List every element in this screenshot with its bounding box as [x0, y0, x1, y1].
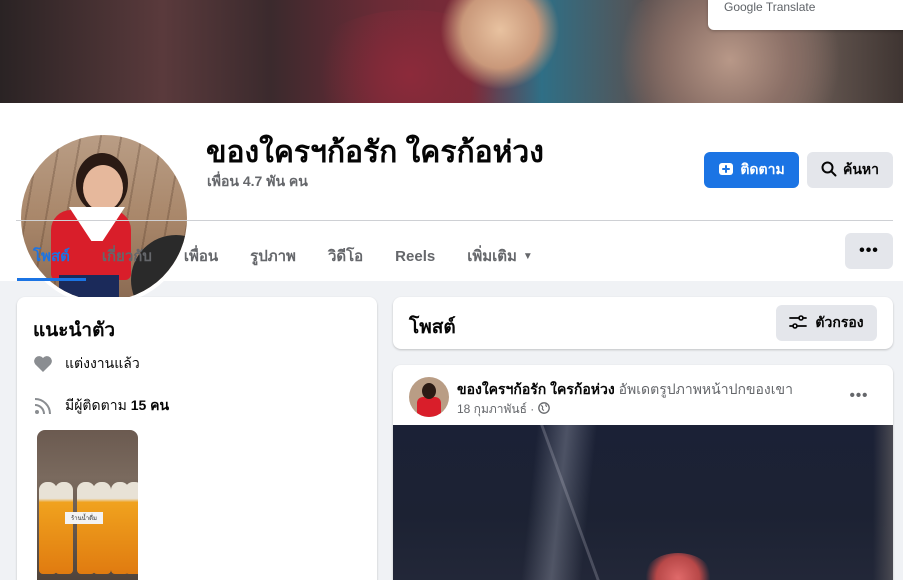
filter-button[interactable]: ตัวกรอง [776, 305, 877, 341]
followers-row: มีผู้ติดตาม 15 คน [33, 395, 169, 417]
image-shape [518, 425, 598, 580]
post-author-avatar[interactable] [409, 377, 449, 417]
relationship-text: แต่งงานแล้ว [65, 355, 140, 371]
tab-label: รูปภาพ [250, 248, 296, 265]
follow-icon [718, 161, 734, 180]
post-date[interactable]: 18 กุมภาพันธ์ · [457, 400, 534, 419]
profile-header: ของใครฯก้อรัก ใครก้อห่วง เพื่อน 4.7 พัน … [0, 103, 903, 305]
intro-title: แนะนำตัว [33, 320, 116, 341]
featured-photo[interactable]: ร้านน้ำดื่ม [37, 430, 138, 580]
search-button[interactable]: ค้นหา [807, 152, 893, 188]
tab-label: Reels [395, 247, 436, 265]
bottle-label: ร้านน้ำดื่ม [65, 512, 103, 524]
more-options-button[interactable]: ••• [845, 233, 893, 269]
tab-label: เพื่อน [183, 248, 219, 265]
followers-text: มีผู้ติดตาม 15 คน [65, 395, 169, 417]
tab-more[interactable]: เพิ่มเติม ▼ [451, 231, 549, 281]
rss-icon [33, 396, 53, 416]
image-shape [643, 553, 713, 580]
google-translate-widget[interactable]: Google Translate [708, 0, 903, 30]
tab-photos[interactable]: รูปภาพ [234, 231, 312, 281]
follow-button[interactable]: ติดตาม [704, 152, 799, 188]
bottle-shape [125, 482, 138, 574]
post-author-name[interactable]: ของใครฯก้อรัก ใครก้อห่วง [457, 381, 615, 397]
posts-title: โพสต์ [409, 317, 456, 338]
translate-product: Translate [765, 0, 816, 14]
bottle-shape [55, 482, 73, 574]
tab-label: โพสต์ [33, 248, 70, 265]
tab-label: เพิ่มเติม [467, 248, 517, 265]
tab-about[interactable]: เกี่ยวกับ [86, 231, 168, 281]
filter-label: ตัวกรอง [815, 314, 864, 330]
tab-friends[interactable]: เพื่อน [168, 231, 234, 281]
filter-icon [789, 314, 808, 332]
avatar-shirt [417, 397, 441, 417]
friends-count[interactable]: เพื่อน 4.7 พัน คน [207, 171, 308, 193]
relationship-row: แต่งงานแล้ว [33, 353, 140, 375]
post-card: ของใครฯก้อรัก ใครก้อห่วง อัพเดตรูปภาพหน้… [393, 365, 893, 580]
post-action-text: อัพเดตรูปภาพหน้าปกของเขา [614, 381, 793, 397]
tab-videos[interactable]: วิดีโอ [312, 231, 379, 281]
avatar-face [83, 165, 123, 211]
more-icon: ••• [859, 242, 879, 259]
intro-card: แนะนำตัว แต่งงานแล้ว มีผู้ติดตาม 15 คน ร… [17, 297, 377, 580]
facebook-profile-page: Google Translate ของใครฯก้อรัก ใครก้อห่ว… [0, 0, 903, 580]
heart-icon [33, 354, 53, 374]
search-icon [821, 161, 837, 180]
globe-icon [538, 402, 551, 417]
follow-label: ติดตาม [740, 161, 785, 177]
translate-label: Google Translate [724, 0, 815, 14]
caret-down-icon: ▼ [522, 250, 533, 262]
search-label: ค้นหา [842, 161, 880, 177]
tab-label: เกี่ยวกับ [101, 248, 152, 265]
profile-tabs: โพสต์ เกี่ยวกับ เพื่อน รูปภาพ วิดีโอ Ree… [17, 231, 549, 281]
bottle-shape [93, 482, 111, 574]
post-header-line: ของใครฯก้อรัก ใครก้อห่วง อัพเดตรูปภาพหน้… [457, 379, 793, 401]
post-image[interactable] [393, 425, 893, 580]
profile-name: ของใครฯก้อรัก ใครก้อห่วง [206, 136, 544, 169]
tab-posts[interactable]: โพสต์ [17, 231, 86, 281]
followers-count[interactable]: 15 คน [131, 397, 169, 413]
followers-prefix: มีผู้ติดตาม [65, 397, 131, 413]
tab-reels[interactable]: Reels [379, 231, 451, 281]
header-divider [16, 220, 893, 221]
post-options-button[interactable]: ••• [843, 381, 875, 409]
more-icon: ••• [849, 386, 869, 404]
avatar-hair [422, 383, 436, 399]
post-meta: 18 กุมภาพันธ์ · [457, 400, 551, 419]
translate-brand: Google [724, 0, 763, 14]
tab-label: วิดีโอ [327, 248, 364, 265]
image-shape [873, 425, 893, 580]
posts-header-card: โพสต์ ตัวกรอง [393, 297, 893, 349]
